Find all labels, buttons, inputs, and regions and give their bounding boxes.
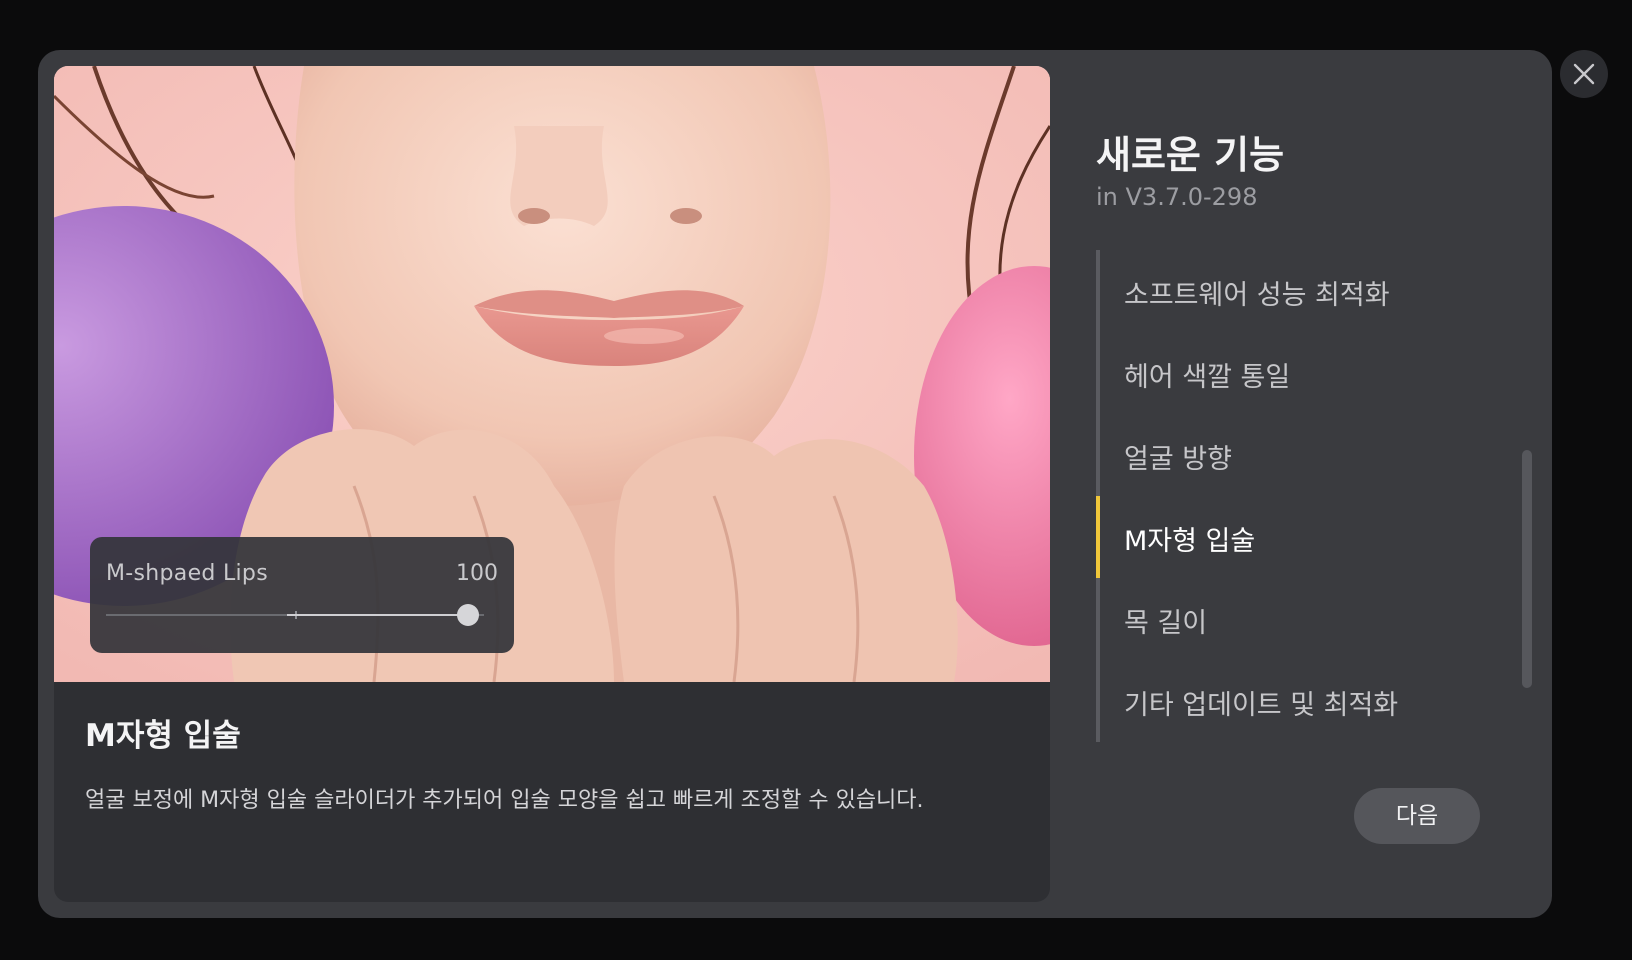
feature-title: M자형 입술: [85, 718, 241, 754]
feature-item-hair-color[interactable]: 헤어 색깔 통일: [1096, 332, 1486, 414]
feature-item-label: M자형 입술: [1124, 526, 1256, 557]
slider-label: M-shpaed Lips: [106, 561, 268, 586]
feature-list-scrollbar[interactable]: [1522, 450, 1532, 688]
close-icon: [1573, 63, 1595, 85]
slider-handle[interactable]: [457, 604, 479, 626]
feature-item-m-lips[interactable]: M자형 입술: [1096, 496, 1486, 578]
feature-preview-card: M-shpaed Lips 100 M자형 입술 얼굴 보정에 M자형 입술 슬…: [54, 66, 1050, 902]
item-indicator: [1096, 250, 1100, 332]
item-indicator: [1096, 660, 1100, 742]
feature-item-label: 기타 업데이트 및 최적화: [1124, 690, 1399, 721]
lips-slider-panel: M-shpaed Lips 100: [90, 537, 514, 653]
dialog-title: 새로운 기능: [1096, 133, 1285, 177]
version-label: in V3.7.0-298: [1096, 183, 1258, 211]
feature-item-neck-length[interactable]: 목 길이: [1096, 578, 1486, 660]
slider-value: 100: [456, 561, 498, 586]
feature-item-label: 목 길이: [1124, 608, 1208, 639]
item-indicator: [1096, 332, 1100, 414]
item-indicator: [1096, 578, 1100, 660]
item-indicator: [1096, 496, 1100, 578]
feature-description: 얼굴 보정에 M자형 입술 슬라이더가 추가되어 입술 모양을 쉽고 빠르게 조…: [85, 788, 924, 813]
slider-fill: [287, 614, 468, 616]
feature-item-face-direction[interactable]: 얼굴 방향: [1096, 414, 1486, 496]
preview-photo: M-shpaed Lips 100: [54, 66, 1050, 682]
whats-new-dialog: M-shpaed Lips 100 M자형 입술 얼굴 보정에 M자형 입술 슬…: [38, 50, 1552, 918]
feature-list: 소프트웨어 성능 최적화 헤어 색깔 통일 얼굴 방향 M자형 입술 목 길이 …: [1096, 250, 1486, 742]
close-button[interactable]: [1560, 50, 1608, 98]
feature-item-label: 소프트웨어 성능 최적화: [1124, 280, 1390, 311]
feature-item-other-updates[interactable]: 기타 업데이트 및 최적화: [1096, 660, 1486, 742]
feature-item-performance[interactable]: 소프트웨어 성능 최적화: [1096, 250, 1486, 332]
next-button[interactable]: 다음: [1354, 788, 1480, 844]
item-indicator: [1096, 414, 1100, 496]
feature-item-label: 헤어 색깔 통일: [1124, 362, 1291, 393]
feature-item-label: 얼굴 방향: [1124, 444, 1232, 475]
